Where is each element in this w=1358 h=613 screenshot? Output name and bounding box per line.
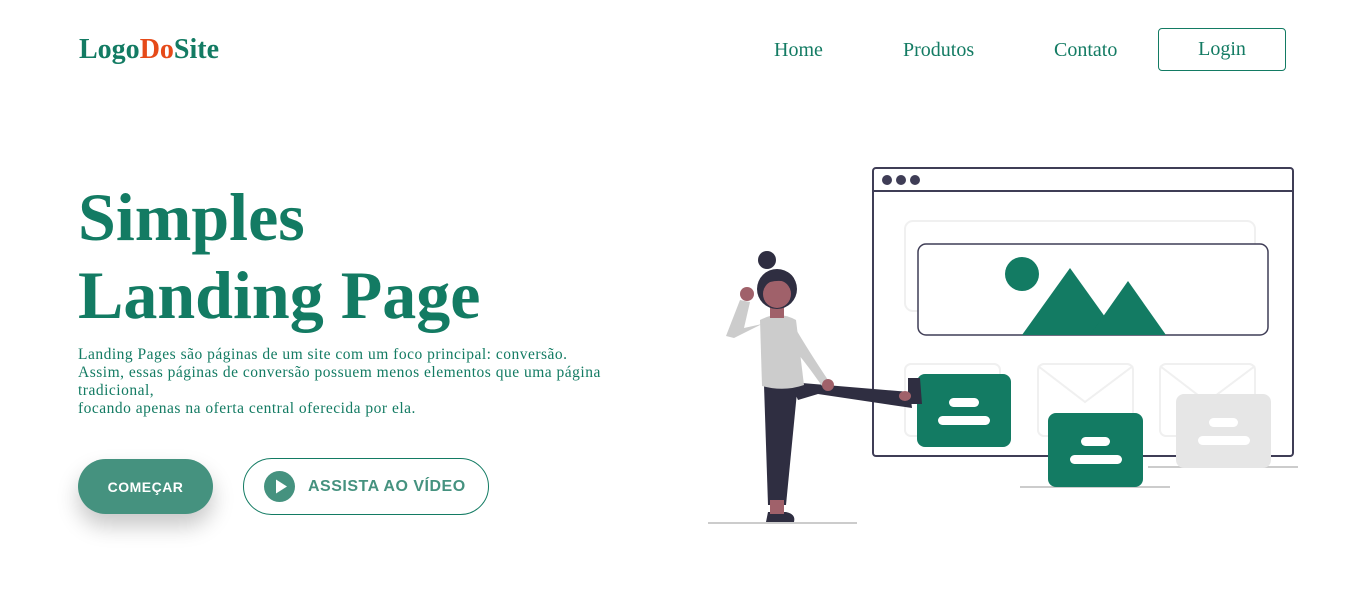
nav-produtos[interactable]: Produtos (903, 38, 974, 62)
landing-page-illustration (708, 167, 1298, 524)
hero-description: Landing Pages são páginas de um site com… (78, 346, 678, 418)
logo-part-do: Do (139, 34, 174, 65)
card-green-1 (917, 374, 1011, 447)
site-logo[interactable]: LogoDoSite (79, 33, 219, 67)
play-icon (264, 471, 295, 502)
logo-part-logo: Logo (79, 34, 140, 65)
watch-video-button[interactable]: ASSISTA AO VÍDEO (243, 458, 489, 515)
watch-video-label: ASSISTA AO VÍDEO (308, 477, 466, 495)
login-button[interactable]: Login (1158, 28, 1286, 71)
hero-title-line1: Simples (78, 179, 305, 255)
hero-title: Simples Landing Page (78, 178, 480, 334)
start-button[interactable]: COMEÇAR (78, 459, 213, 514)
nav-home[interactable]: Home (774, 38, 823, 62)
hero-description-line1: Landing Pages são páginas de um site com… (78, 346, 568, 363)
card-gray (1176, 394, 1271, 468)
card-green-2 (1048, 413, 1143, 487)
hero-description-line3: focando apenas na oferta central ofereci… (78, 400, 416, 417)
nav-contato[interactable]: Contato (1054, 38, 1117, 62)
hero-title-line2: Landing Page (78, 257, 481, 333)
hero-description-line2: Assim, essas páginas de conversão possue… (78, 364, 601, 399)
logo-part-site: Site (173, 34, 220, 65)
